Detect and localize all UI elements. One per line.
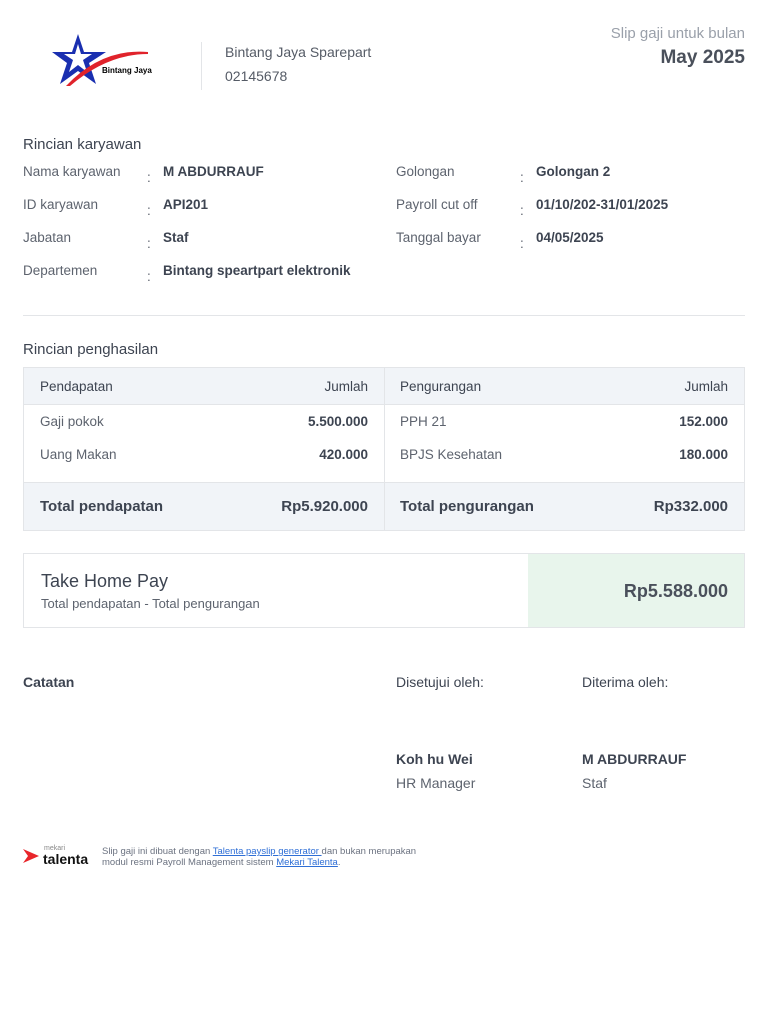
receiver-role: Staf (582, 775, 607, 791)
company-id: 02145678 (225, 68, 288, 84)
mekari-talenta-link[interactable]: Mekari Talenta (276, 857, 338, 868)
field-label: Golongan (396, 164, 455, 179)
field-value: 04/05/2025 (536, 230, 604, 245)
amount-header: Jumlah (324, 379, 368, 394)
field-value: API201 (163, 197, 209, 212)
field-value: M ABDURRAUF (163, 164, 264, 179)
employee-section-title: Rincian karyawan (23, 136, 142, 153)
header-divider (201, 42, 202, 90)
company-name: Bintang Jaya Sparepart (225, 44, 372, 60)
item-value: 180.000 (679, 447, 728, 462)
field-label: Jabatan (23, 230, 72, 245)
item-label: Uang Makan (40, 447, 117, 462)
svg-text:Bintang Jaya: Bintang Jaya (102, 66, 152, 75)
brand-name: talenta (43, 851, 89, 867)
total-label: Total pengurangan (400, 498, 534, 515)
field-separator: : (147, 236, 151, 251)
column-header: Pengurangan (400, 379, 482, 394)
take-home-subtitle: Total pendapatan - Total pengurangan (41, 596, 260, 611)
column-header: Pendapatan (40, 379, 113, 394)
field-separator: : (520, 203, 524, 218)
slip-month: May 2025 (660, 47, 745, 68)
item-label: PPH 21 (400, 414, 447, 429)
field-label: Nama karyawan (23, 164, 121, 179)
received-label: Diterima oleh: (582, 674, 669, 690)
footer-note: Slip gaji ini dibuat dengan Talenta pays… (102, 846, 416, 868)
total-value: Rp332.000 (653, 498, 728, 515)
field-separator: : (147, 203, 151, 218)
take-home-title: Take Home Pay (41, 571, 169, 591)
payslip-generator-link[interactable]: Talenta payslip generator (213, 846, 322, 857)
field-separator: : (520, 170, 524, 185)
talenta-logo-icon (23, 849, 39, 863)
section-divider (23, 315, 745, 316)
item-value: 5.500.000 (307, 414, 368, 429)
field-separator: : (147, 269, 151, 284)
income-section-title: Rincian penghasilan (23, 341, 159, 358)
footer-text: dan bukan merupakan (321, 846, 417, 857)
field-label: Departemen (23, 263, 98, 278)
income-table: Pendapatan Jumlah Gaji pokok 5.500.000 Uang … (23, 367, 745, 531)
item-value: 152.000 (679, 414, 728, 429)
field-separator: : (147, 170, 151, 185)
receiver-name: M ABDURRAUF (582, 751, 687, 767)
take-home-pay-box: Take Home Pay Total pendapatan - Total p… (23, 553, 745, 628)
footer-text: modul resmi Payroll Management sistem (102, 857, 277, 868)
total-value: Rp5.920.000 (281, 498, 368, 515)
total-label: Total pendapatan (40, 498, 164, 515)
footer-text: . (337, 857, 341, 868)
field-value: Staf (163, 230, 189, 245)
item-label: Gaji pokok (40, 414, 104, 429)
field-label: ID karyawan (23, 197, 99, 212)
field-value: Bintang speartpart elektronik (163, 263, 351, 278)
field-label: Payroll cut off (396, 197, 478, 212)
company-logo: Bintang Jaya (52, 34, 152, 86)
field-separator: : (520, 236, 524, 251)
footer-text: Slip gaji ini dibuat dengan (102, 846, 213, 857)
notes-label: Catatan (23, 674, 75, 690)
slip-label: Slip gaji untuk bulan (610, 25, 745, 42)
item-label: BPJS Kesehatan (400, 447, 503, 462)
approved-label: Disetujui oleh: (396, 674, 484, 690)
amount-header: Jumlah (684, 379, 728, 394)
field-value: 01/10/202-31/01/2025 (536, 197, 669, 212)
field-label: Tanggal bayar (396, 230, 481, 245)
approver-name: Koh hu Wei (396, 751, 473, 767)
take-home-value: Rp5.588.000 (623, 581, 728, 601)
field-value: Golongan 2 (536, 164, 611, 179)
column-divider (384, 368, 385, 530)
approver-role: HR Manager (396, 775, 476, 791)
item-value: 420.000 (319, 447, 368, 462)
